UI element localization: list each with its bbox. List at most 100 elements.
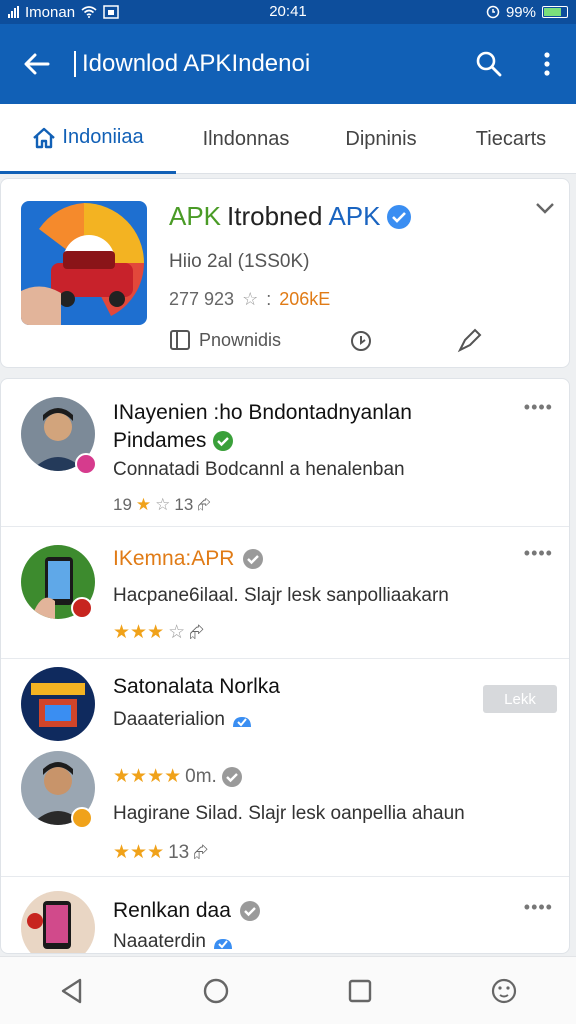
item-meta: 19 ★ ☆ 13 ⮳: [113, 495, 211, 515]
list-item[interactable]: Satonalata Norlka Daaaterialion Lekk ★★★…: [1, 659, 569, 877]
follow-button[interactable]: Lekk: [483, 685, 557, 713]
item-description: Hacpane6ilaal. Slajr lesk sanpolliaakarn: [113, 585, 449, 606]
item-title: Renlkan daa: [113, 899, 261, 923]
meta-text: 0m.: [185, 765, 217, 787]
chevron-down-icon[interactable]: [535, 201, 555, 215]
signal-icon: [8, 6, 19, 18]
share-icon: ⮳: [197, 495, 211, 514]
circle-home-icon: [203, 978, 229, 1003]
triangle-back-icon: [61, 978, 82, 1003]
item-title-text: Pindames: [113, 429, 207, 452]
meta-text: 19: [113, 495, 132, 514]
verified-icon: [239, 901, 260, 921]
separator: :: [266, 289, 272, 309]
nav-home-button[interactable]: [194, 969, 238, 1013]
verified-icon: [213, 939, 232, 949]
tab-label: Dipninis: [345, 127, 417, 150]
share-button[interactable]: [457, 327, 483, 353]
feed-list: INayenien :ho Bndontadnyanlan Pindames C…: [0, 378, 570, 954]
book-icon: [170, 330, 190, 350]
item-description: Hagirane Silad. Slajr lesk oanpellia aha…: [113, 803, 465, 824]
bookmark-button[interactable]: [349, 328, 373, 352]
avatar: [21, 891, 95, 953]
verified-icon: [243, 549, 264, 569]
square-recents-icon: [348, 979, 372, 1002]
item-title: IKemna:APR: [113, 547, 264, 571]
open-label: Pnownidis: [199, 329, 282, 350]
back-arrow-icon: [24, 53, 50, 75]
share-icon: ⮳: [193, 841, 209, 863]
verified-icon: [213, 431, 234, 451]
app-bar: Idownlod APKIndenoi: [0, 24, 576, 104]
nav-back-button[interactable]: [50, 969, 94, 1013]
star-icon: ★★★: [113, 842, 165, 863]
home-icon: [33, 127, 56, 148]
item-title-text: IKemna:APR: [113, 547, 235, 570]
item-menu-button[interactable]: ••••: [524, 897, 553, 918]
star-icon: ☆: [155, 495, 171, 514]
item-title: INayenien :ho Bndontadnyanlan: [113, 401, 412, 424]
tab-indoniiaa[interactable]: Indoniiaa: [0, 104, 176, 174]
item-rating: ★★★ 13 ⮳: [113, 841, 208, 864]
star-icon: ★★★: [113, 622, 165, 643]
search-icon: [476, 51, 502, 77]
tab-dipninis[interactable]: Dipninis: [316, 104, 446, 174]
item-subtitle-text: Naaaterdin: [113, 931, 206, 952]
status-bar: Imonan 20:41 99%: [0, 0, 576, 24]
featured-app-rating: 277 923 ☆ : 206kE: [169, 289, 330, 310]
meta-count: 13: [168, 841, 190, 863]
item-subtitle: Naaaterdin: [113, 931, 234, 953]
item-subtitle: Daaaterialion: [113, 709, 253, 731]
tab-bar: Indoniiaa Ilndonnas Dipninis Tiecarts: [0, 104, 576, 174]
title-part-dark: Itrobned: [227, 201, 323, 231]
alarm-icon: [486, 5, 500, 19]
item-title-line2: Pindames: [113, 429, 234, 453]
download-size: 206kE: [279, 289, 331, 309]
tab-tiecarts[interactable]: Tiecarts: [446, 104, 576, 174]
more-vert-icon: [544, 52, 550, 76]
star-icon: ☆: [242, 289, 259, 309]
item-description: Connatadi Bodcannl a henalenban: [113, 459, 405, 480]
title-part-green: APK: [169, 201, 222, 231]
tab-label: Indoniiaa: [62, 126, 144, 148]
back-button[interactable]: [0, 24, 74, 104]
item-menu-button[interactable]: ••••: [524, 543, 553, 564]
wifi-icon: [81, 6, 97, 18]
list-item[interactable]: Renlkan daa Naaaterdin ••••: [1, 877, 569, 953]
smiley-icon: [491, 978, 517, 1003]
list-item[interactable]: IKemna:APR Hacpane6ilaal. Slajr lesk san…: [1, 527, 569, 659]
verified-icon: [232, 717, 251, 727]
star-icon: ★: [135, 495, 152, 514]
status-badge: [75, 453, 97, 475]
verified-icon: [221, 766, 242, 787]
tab-ilndonnas[interactable]: Ilndonnas: [176, 104, 316, 174]
notification-icon: [103, 5, 119, 19]
item-rating: ★★★★ 0m.: [113, 765, 243, 788]
system-navigation-bar: [0, 956, 576, 1024]
item-rating: ★★★ ☆ ⮳: [113, 621, 204, 644]
battery-icon: [542, 6, 568, 18]
star-icon: ★★★★: [113, 766, 182, 787]
item-title: Satonalata Norlka: [113, 675, 280, 698]
avatar: [21, 667, 95, 741]
battery-percent: 99%: [505, 3, 536, 21]
meta-count: 13: [174, 495, 194, 514]
featured-app-actions: Pnownidis: [169, 327, 483, 353]
item-menu-button[interactable]: ••••: [524, 397, 553, 418]
featured-app-title: APK Itrobned APK: [169, 201, 412, 232]
featured-app-card[interactable]: APK Itrobned APK Hiio 2al (1SS0K) 277 92…: [0, 178, 570, 368]
item-title-text: Renlkan daa: [113, 899, 231, 922]
rating-count: 277 923: [169, 289, 235, 309]
nav-assistant-button[interactable]: [482, 969, 526, 1013]
tab-label: Ilndonnas: [202, 127, 290, 150]
overflow-menu-button[interactable]: [518, 24, 576, 104]
nav-recents-button[interactable]: [338, 969, 382, 1013]
list-item[interactable]: INayenien :ho Bndontadnyanlan Pindames C…: [1, 379, 569, 527]
star-icon: ☆: [168, 622, 186, 643]
app-bar-title: Idownlod APKIndenoi: [74, 51, 460, 77]
open-button[interactable]: Pnownidis: [169, 329, 281, 351]
search-button[interactable]: [460, 24, 518, 104]
app-thumbnail: [21, 201, 147, 325]
featured-app-subtitle: Hiio 2al (1SS0K): [169, 251, 310, 272]
status-badge: [71, 597, 93, 619]
